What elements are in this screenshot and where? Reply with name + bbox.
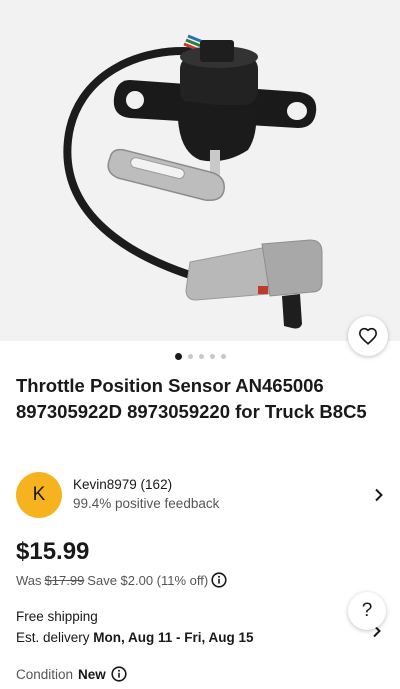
seller-info: Kevin8979 (162) 99.4% positive feedback bbox=[73, 476, 372, 514]
condition-value: New bbox=[78, 666, 106, 682]
carousel-indicator bbox=[0, 353, 400, 360]
delivery-label: Est. delivery bbox=[16, 630, 90, 645]
shipping-label: Free shipping bbox=[16, 609, 98, 624]
listing-title: Throttle Position Sensor AN465006 897305… bbox=[16, 375, 367, 422]
seller-card[interactable]: K Kevin8979 (162) 99.4% positive feedbac… bbox=[16, 472, 386, 518]
was-price: $17.99 bbox=[44, 572, 85, 588]
was-label: Was bbox=[16, 572, 42, 588]
carousel-dot[interactable] bbox=[209, 354, 215, 359]
avatar: K bbox=[16, 472, 62, 518]
carousel-dot[interactable] bbox=[220, 354, 226, 359]
condition-row: Condition New bbox=[16, 666, 127, 682]
carousel-dot[interactable] bbox=[174, 353, 182, 360]
product-image bbox=[63, 34, 323, 329]
help-button[interactable]: ? bbox=[348, 592, 386, 630]
info-icon[interactable] bbox=[211, 572, 227, 588]
seller-name: Kevin8979 (162) bbox=[73, 477, 173, 492]
carousel-dot[interactable] bbox=[187, 354, 193, 359]
info-icon[interactable] bbox=[111, 666, 127, 682]
carousel-dot[interactable] bbox=[198, 354, 204, 359]
favorite-button[interactable] bbox=[348, 316, 388, 356]
help-icon: ? bbox=[361, 600, 373, 621]
delivery-estimate: Est. delivery Mon, Aug 11 - Fri, Aug 15 bbox=[16, 630, 254, 645]
was-price-line: Was $17.99 Save $2.00 (11% off) bbox=[16, 572, 227, 588]
delivery-dates: Mon, Aug 11 - Fri, Aug 15 bbox=[93, 630, 254, 645]
chevron-right-icon bbox=[375, 488, 383, 502]
save-text: Save $2.00 (11% off) bbox=[87, 572, 209, 588]
price: $15.99 bbox=[16, 538, 90, 565]
seller-feedback: 99.4% positive feedback bbox=[73, 496, 220, 511]
product-image-carousel[interactable] bbox=[0, 0, 400, 341]
condition-label: Condition bbox=[16, 666, 74, 682]
heart-icon bbox=[358, 327, 378, 345]
